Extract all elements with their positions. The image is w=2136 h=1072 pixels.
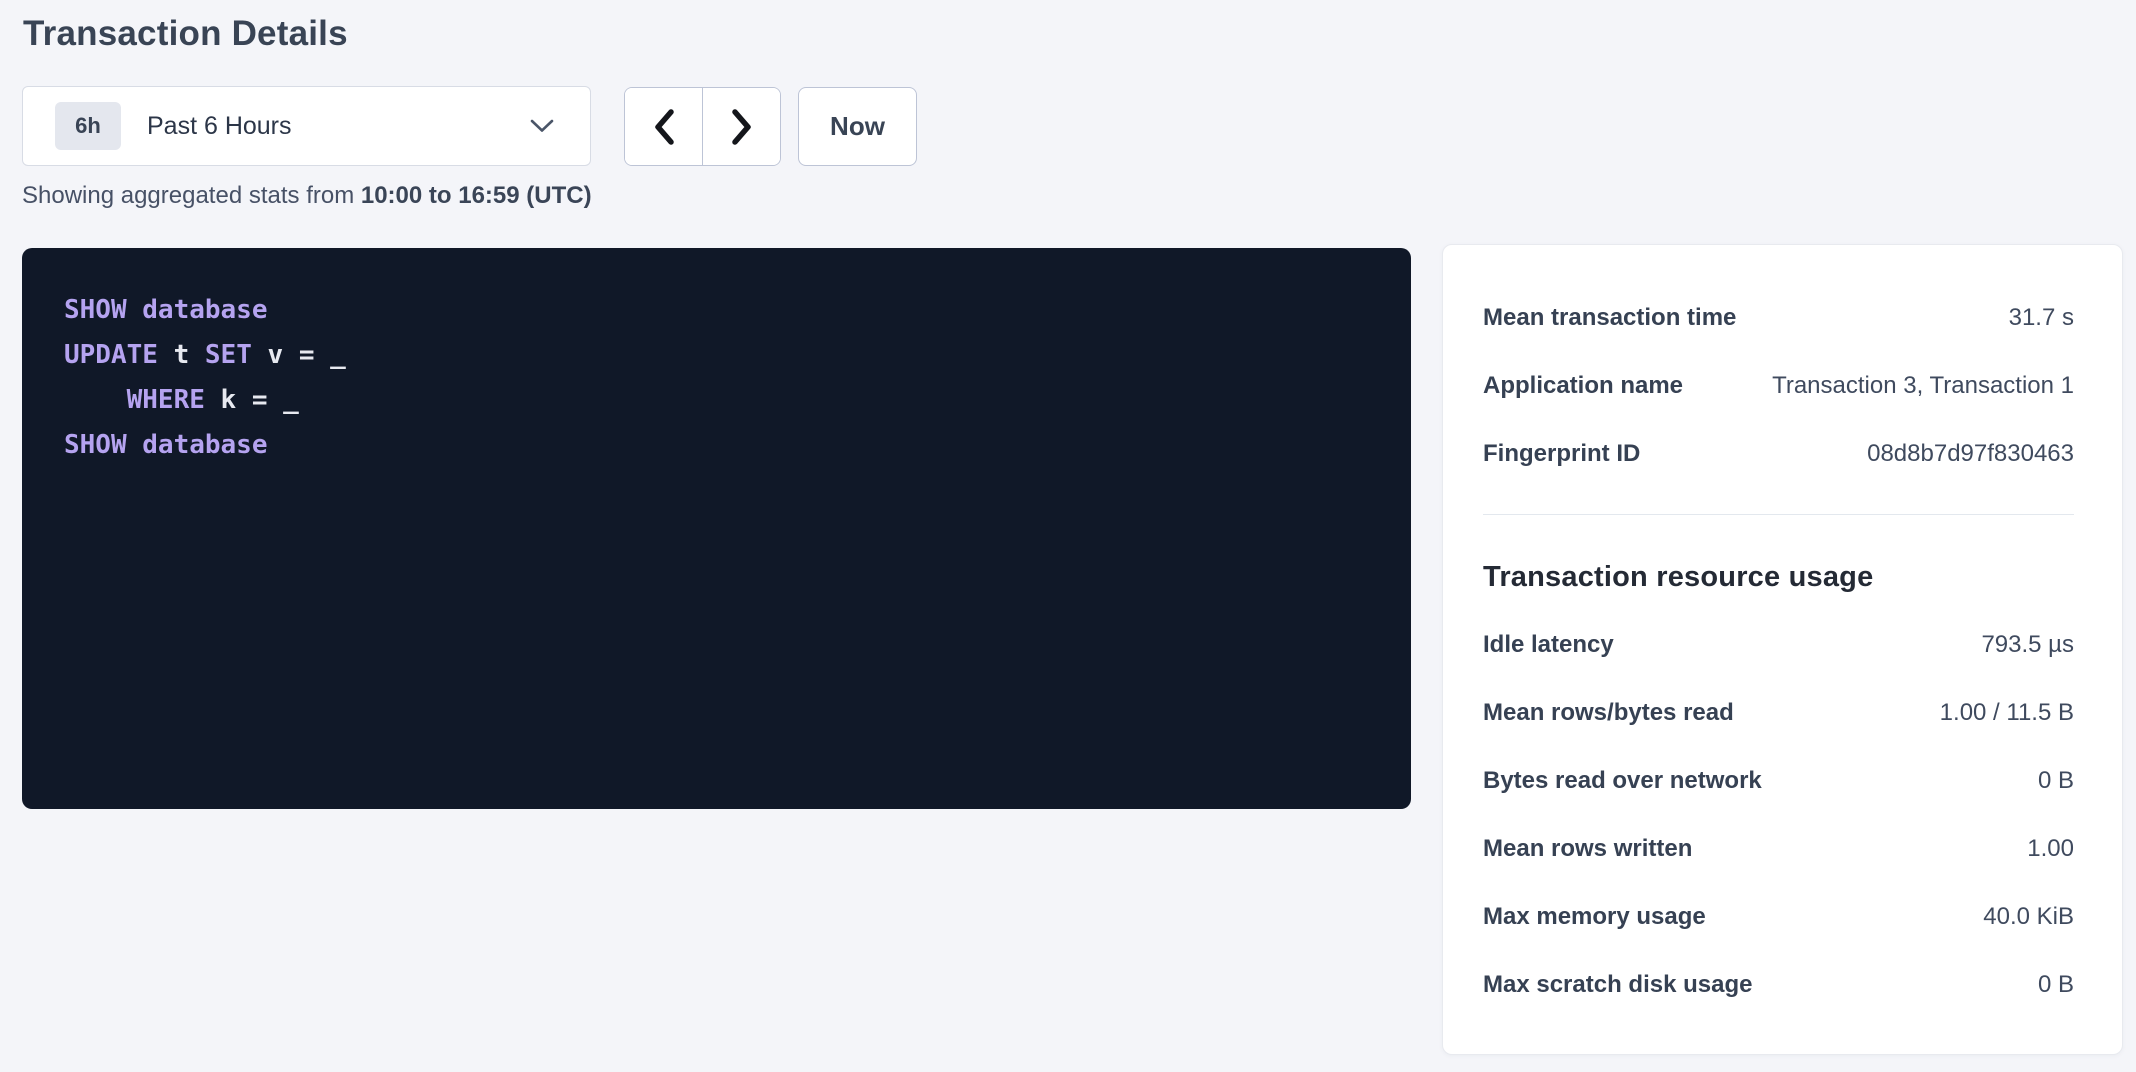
resource-usage-heading: Transaction resource usage bbox=[1483, 557, 2074, 597]
detail-value: 1.00 bbox=[2027, 835, 2074, 863]
chevron-left-icon bbox=[651, 107, 677, 147]
aggregation-interval-range: 10:00 to 16:59 (UTC) bbox=[361, 182, 592, 209]
time-range-dropdown[interactable]: 6h Past 6 Hours bbox=[22, 86, 591, 166]
detail-value: 08d8b7d97f830463 bbox=[1867, 440, 2074, 468]
sql-statement-box: SHOW database UPDATE t SET v = _ WHERE k… bbox=[22, 248, 1411, 809]
detail-label: Max scratch disk usage bbox=[1483, 971, 1752, 999]
chevron-down-icon bbox=[530, 119, 554, 133]
detail-value: 31.7 s bbox=[2009, 304, 2074, 332]
next-time-button[interactable] bbox=[703, 88, 780, 165]
detail-value: 0 B bbox=[2038, 971, 2074, 999]
detail-row-bytes-read-over-network: Bytes read over network 0 B bbox=[1483, 747, 2074, 815]
detail-label: Max memory usage bbox=[1483, 903, 1706, 931]
detail-row-max-memory-usage: Max memory usage 40.0 KiB bbox=[1483, 883, 2074, 951]
time-range-label: Past 6 Hours bbox=[147, 112, 292, 141]
now-button[interactable]: Now bbox=[798, 87, 917, 166]
previous-time-button[interactable] bbox=[625, 88, 703, 165]
aggregation-interval-text: Showing aggregated stats from 10:00 to 1… bbox=[22, 182, 592, 210]
card-divider bbox=[1483, 514, 2074, 515]
transaction-details-page: Transaction Details 6h Past 6 Hours bbox=[0, 0, 2136, 1072]
detail-label: Mean rows written bbox=[1483, 835, 1692, 863]
time-range-badge: 6h bbox=[55, 102, 121, 150]
page-title: Transaction Details bbox=[23, 14, 348, 54]
detail-label: Bytes read over network bbox=[1483, 767, 1762, 795]
detail-row-max-scratch-disk-usage: Max scratch disk usage 0 B bbox=[1483, 951, 2074, 1019]
detail-row-application-name: Application name Transaction 3, Transact… bbox=[1483, 352, 2074, 420]
chevron-right-icon bbox=[729, 107, 755, 147]
sql-statement-text: SHOW database UPDATE t SET v = _ WHERE k… bbox=[64, 288, 1371, 468]
time-nav-group bbox=[624, 87, 781, 166]
detail-label: Mean rows/bytes read bbox=[1483, 699, 1734, 727]
detail-value: 40.0 KiB bbox=[1983, 903, 2074, 931]
detail-row-idle-latency: Idle latency 793.5 µs bbox=[1483, 611, 2074, 679]
detail-value: Transaction 3, Transaction 1 bbox=[1772, 372, 2074, 400]
detail-value: 793.5 µs bbox=[1981, 631, 2074, 659]
detail-label: Mean transaction time bbox=[1483, 304, 1736, 332]
detail-row-mean-rows-written: Mean rows written 1.00 bbox=[1483, 815, 2074, 883]
aggregation-interval-prefix: Showing aggregated stats from bbox=[22, 182, 361, 209]
detail-label: Idle latency bbox=[1483, 631, 1614, 659]
detail-row-mean-transaction-time: Mean transaction time 31.7 s bbox=[1483, 284, 2074, 352]
transaction-details-card: Mean transaction time 31.7 s Application… bbox=[1442, 244, 2123, 1055]
detail-row-mean-rows-bytes-read: Mean rows/bytes read 1.00 / 11.5 B bbox=[1483, 679, 2074, 747]
detail-label: Fingerprint ID bbox=[1483, 440, 1640, 468]
resource-usage-rows: Idle latency 793.5 µs Mean rows/bytes re… bbox=[1483, 611, 2074, 1019]
detail-value: 1.00 / 11.5 B bbox=[1940, 699, 2074, 727]
detail-value: 0 B bbox=[2038, 767, 2074, 795]
detail-label: Application name bbox=[1483, 372, 1683, 400]
detail-row-fingerprint-id: Fingerprint ID 08d8b7d97f830463 bbox=[1483, 420, 2074, 488]
